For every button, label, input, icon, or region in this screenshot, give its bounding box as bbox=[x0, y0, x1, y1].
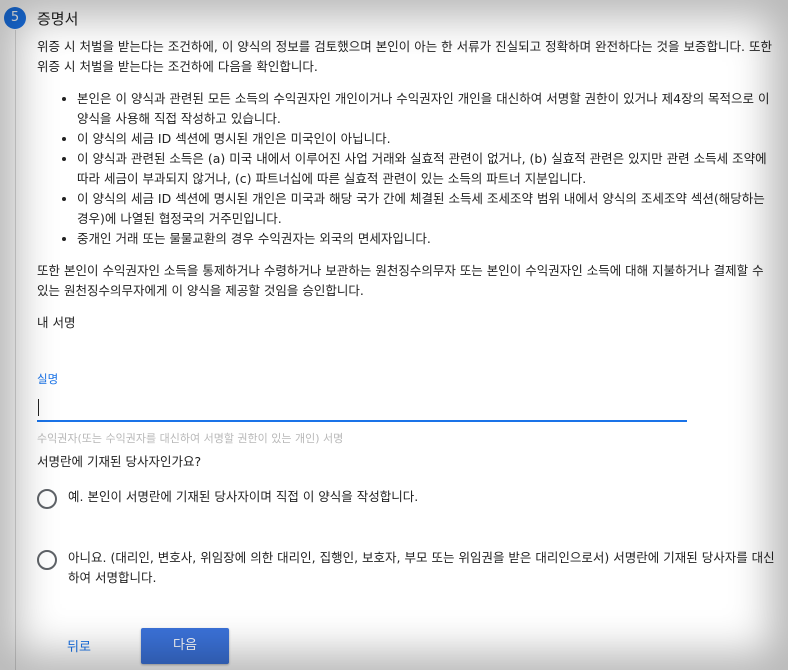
option-no-label[interactable]: 아니요. (대리인, 변호사, 위임장에 의한 대리인, 집행인, 보호자, 부… bbox=[68, 548, 782, 588]
next-button[interactable]: 다음 bbox=[141, 628, 229, 664]
step-title: 증명서 bbox=[37, 10, 79, 28]
name-field-label: 실명 bbox=[37, 372, 59, 386]
certification-item: 이 양식의 세금 ID 섹션에 명시된 개인은 미국인이 아닙니다. bbox=[77, 129, 779, 149]
certification-content: 위증 시 처벌을 받는다는 조건하에, 이 양식의 정보를 검토했으며 본인이 … bbox=[37, 37, 779, 333]
full-name-input[interactable] bbox=[37, 394, 687, 422]
option-yes[interactable]: 예. 본인이 서명란에 기재된 당사자이며 직접 이 양식을 작성합니다. bbox=[37, 487, 782, 509]
step-number-badge: 5 bbox=[4, 7, 26, 29]
option-yes-label[interactable]: 예. 본인이 서명란에 기재된 당사자이며 직접 이 양식을 작성합니다. bbox=[68, 487, 418, 507]
intro-text: 위증 시 처벌을 받는다는 조건하에, 이 양식의 정보를 검토했으며 본인이 … bbox=[37, 39, 772, 74]
signature-heading: 내 서명 bbox=[37, 315, 76, 330]
signer-question: 서명란에 기재된 당사자인가요? bbox=[37, 454, 202, 469]
certification-list: 본인은 이 양식과 관련된 모든 소득의 수익권자인 개인이거나 수익권자인 개… bbox=[37, 89, 779, 249]
radio-button-yes[interactable] bbox=[37, 489, 57, 509]
text-cursor bbox=[38, 399, 39, 416]
certification-item: 중개인 거래 또는 물물교환의 경우 수익권자는 외국의 면세자입니다. bbox=[77, 229, 779, 249]
signature-hint: 수익권자(또는 수익권자를 대신하여 서명할 권한이 있는 개인) 서명 bbox=[37, 432, 344, 445]
certification-item: 이 양식과 관련된 소득은 (a) 미국 내에서 이루어진 사업 거래와 실효적… bbox=[77, 149, 779, 189]
certification-item: 이 양식의 세금 ID 섹션에 명시된 개인은 미국과 해당 국가 간에 체결된… bbox=[77, 189, 779, 229]
back-button[interactable]: 뒤로 bbox=[67, 636, 91, 655]
radio-button-no[interactable] bbox=[37, 550, 57, 570]
option-no[interactable]: 아니요. (대리인, 변호사, 위임장에 의한 대리인, 집행인, 보호자, 부… bbox=[37, 548, 782, 588]
certification-item: 본인은 이 양식과 관련된 모든 소득의 수익권자인 개인이거나 수익권자인 개… bbox=[77, 89, 779, 129]
step-connector-line bbox=[15, 30, 16, 670]
authorization-text: 또한 본인이 수익권자인 소득을 통제하거나 수령하거나 보관하는 원천징수의무… bbox=[37, 263, 764, 298]
